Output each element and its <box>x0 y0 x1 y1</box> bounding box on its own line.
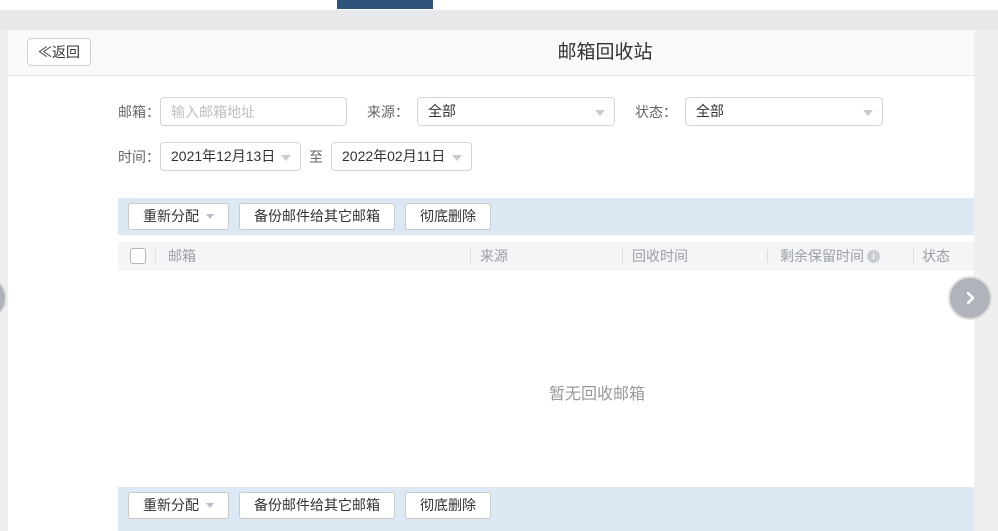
column-header-retention: 剩余保留时间 <box>780 242 864 270</box>
delete-forever-button[interactable]: 彻底删除 <box>405 203 491 230</box>
chevron-down-icon <box>863 110 873 116</box>
backup-mail-button[interactable]: 备份邮件给其它邮箱 <box>239 492 395 519</box>
page-title: 邮箱回收站 <box>505 30 705 76</box>
backup-mail-button[interactable]: 备份邮件给其它邮箱 <box>239 203 395 230</box>
panel-header: ≪返回 邮箱回收站 <box>8 30 974 76</box>
chevron-down-icon <box>452 155 462 161</box>
column-divider <box>470 249 471 263</box>
column-divider <box>913 249 914 263</box>
back-button[interactable]: ≪返回 <box>27 38 91 66</box>
column-divider <box>155 249 156 263</box>
column-header-mailbox: 邮箱 <box>168 242 196 270</box>
carousel-next-button[interactable] <box>948 276 992 320</box>
status-filter-label: 状态： <box>635 102 677 122</box>
column-header-status: 状态 <box>922 242 950 270</box>
email-search-input[interactable] <box>160 97 347 126</box>
status-select-value: 全部 <box>696 103 724 119</box>
column-divider <box>622 249 623 263</box>
empty-state-text: 暂无回收邮箱 <box>497 380 697 404</box>
date-start-value: 2021年12月13日 <box>171 148 275 164</box>
filter-row-primary: 邮箱： 来源： 全部 状态： 全部 <box>118 97 883 126</box>
info-icon[interactable]: i <box>867 250 880 263</box>
chevron-right-icon <box>962 290 978 306</box>
column-divider <box>767 249 768 263</box>
source-filter-label: 来源： <box>367 102 409 122</box>
email-filter-label: 邮箱： <box>118 102 160 122</box>
content-panel: ≪返回 邮箱回收站 邮箱： 来源： 全部 状态： 全部 时间： 2021年12月… <box>8 30 974 531</box>
chevron-down-icon <box>206 214 214 219</box>
action-toolbar-bottom: 重新分配 备份邮件给其它邮箱 彻底删除 <box>118 487 974 531</box>
carousel-prev-button[interactable] <box>0 276 7 320</box>
active-tab-indicator <box>337 0 433 9</box>
date-end-select[interactable]: 2022年02月11日 <box>331 142 472 171</box>
source-select[interactable]: 全部 <box>417 97 615 126</box>
chevron-down-icon <box>595 110 605 116</box>
column-header-source: 来源 <box>480 242 508 270</box>
date-start-select[interactable]: 2021年12月13日 <box>160 142 301 171</box>
status-select[interactable]: 全部 <box>685 97 883 126</box>
top-gray-strip <box>0 10 998 30</box>
reassign-button-label: 重新分配 <box>143 204 199 229</box>
delete-forever-button[interactable]: 彻底删除 <box>405 492 491 519</box>
date-end-value: 2022年02月11日 <box>342 148 445 164</box>
top-strip <box>0 0 998 10</box>
reassign-button-label: 重新分配 <box>143 493 199 518</box>
select-all-checkbox[interactable] <box>130 248 146 264</box>
table-header: 邮箱 来源 回收时间 剩余保留时间 i 状态 <box>118 242 974 270</box>
source-select-value: 全部 <box>428 103 456 119</box>
action-toolbar-top: 重新分配 备份邮件给其它邮箱 彻底删除 <box>118 198 974 235</box>
filter-row-time: 时间： 2021年12月13日 至 2022年02月11日 <box>118 142 472 171</box>
reassign-button[interactable]: 重新分配 <box>128 492 229 519</box>
time-filter-label: 时间： <box>118 147 160 167</box>
mailbox-recycle-page: ≪返回 邮箱回收站 邮箱： 来源： 全部 状态： 全部 时间： 2021年12月… <box>0 0 998 531</box>
reassign-button[interactable]: 重新分配 <box>128 203 229 230</box>
column-header-recycle-time: 回收时间 <box>632 242 688 270</box>
chevron-down-icon <box>281 155 291 161</box>
chevron-down-icon <box>206 503 214 508</box>
date-range-separator: 至 <box>309 147 323 167</box>
